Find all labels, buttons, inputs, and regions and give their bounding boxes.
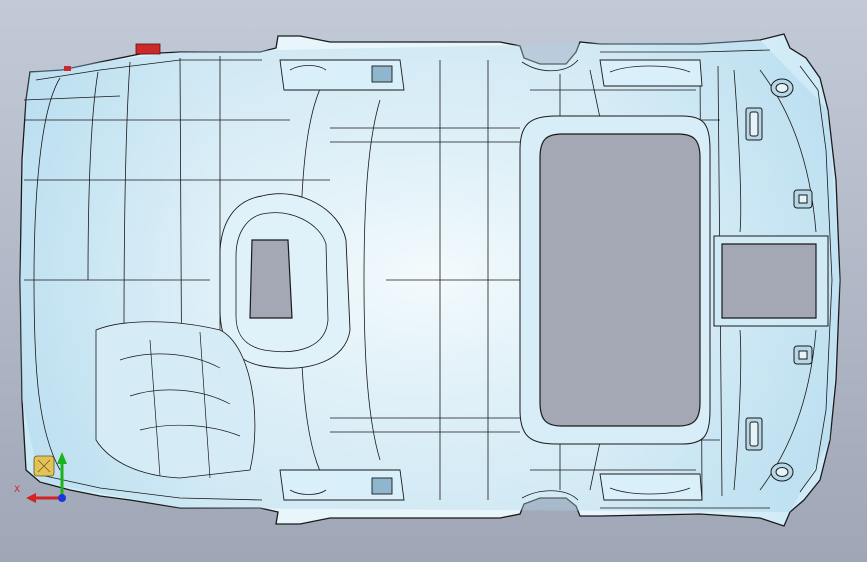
viewport-canvas[interactable]: [0, 0, 867, 562]
fastener-component: [33, 455, 55, 477]
red-marker-part: [135, 43, 161, 55]
lower-left-dished-region: [95, 321, 256, 479]
dome-light-opening[interactable]: [249, 239, 293, 319]
sunroof-opening[interactable]: [539, 133, 701, 427]
rear-grab-handle-top[interactable]: [599, 59, 703, 87]
red-marker-small: [64, 66, 71, 71]
front-grab-handle-bottom[interactable]: [279, 469, 405, 501]
triad-z-axis: [58, 494, 66, 502]
triad-x-label: X: [14, 485, 21, 495]
front-grab-handle-top[interactable]: [279, 59, 405, 91]
rear-grab-handle-bottom[interactable]: [599, 473, 703, 501]
cad-viewport[interactable]: X: [0, 0, 867, 562]
rear-console-opening[interactable]: [721, 243, 817, 319]
